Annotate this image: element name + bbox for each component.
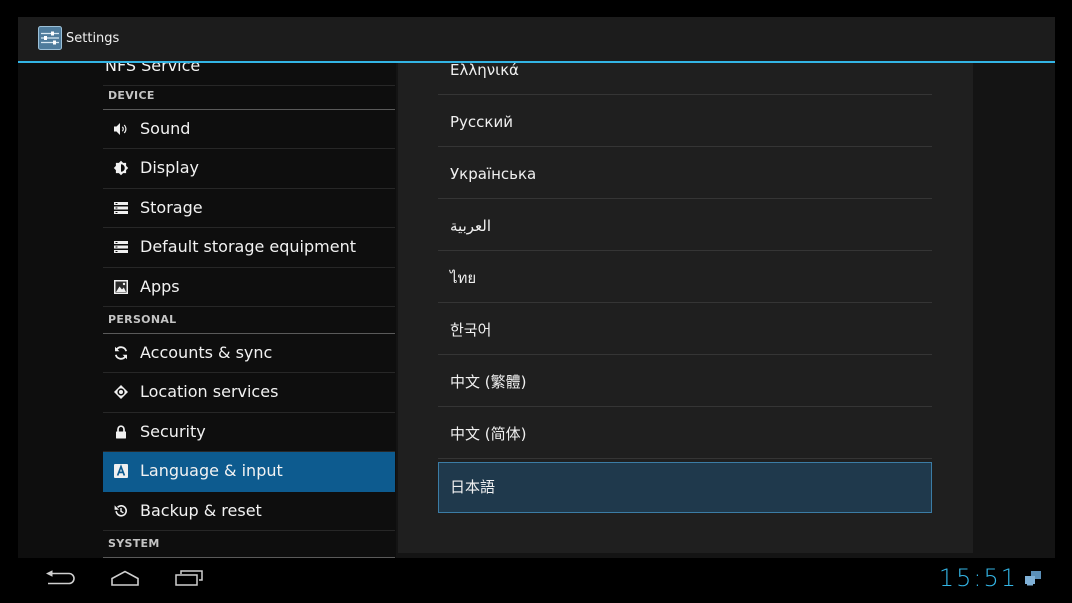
detail-pane: Ελληνικά Русский Українська العربية ไทย …: [396, 63, 1055, 558]
settings-item-label: Backup & reset: [140, 500, 262, 520]
language-option-korean[interactable]: 한국어: [438, 303, 932, 355]
language-option-label: 日本語: [450, 478, 496, 496]
language-option-chinese-simplified[interactable]: 中文 (简体): [438, 407, 932, 459]
backup-restore-icon: [113, 503, 129, 519]
section-header-label: SYSTEM: [108, 537, 160, 550]
settings-pane[interactable]: NFS Service DEVICE Sound Display Storage: [18, 63, 396, 558]
recent-apps-icon[interactable]: [174, 570, 204, 586]
language-option-label: 한국어: [450, 321, 492, 339]
language-option-label: Українська: [450, 165, 537, 183]
settings-item-label: Accounts & sync: [140, 343, 273, 362]
language-option-japanese[interactable]: 日本語: [438, 462, 932, 513]
settings-item-label: NFS Service: [105, 63, 201, 75]
settings-item-backup-reset[interactable]: Backup & reset: [103, 492, 395, 531]
section-header-system: SYSTEM: [103, 531, 395, 558]
home-icon[interactable]: [109, 570, 141, 586]
language-option-russian[interactable]: Русский: [438, 95, 932, 147]
section-header-personal: PERSONAL: [103, 307, 395, 334]
language-option-label: 中文 (繁體): [450, 373, 527, 391]
language-option-label: Ελληνικά: [450, 63, 519, 79]
location-icon: [113, 384, 129, 400]
settings-item-language-input[interactable]: Language & input: [103, 452, 395, 492]
settings-item-storage[interactable]: Storage: [103, 189, 395, 229]
sync-icon: [113, 345, 129, 361]
settings-item-nfs-service[interactable]: NFS Service: [103, 63, 395, 87]
settings-sliders-icon[interactable]: [38, 26, 62, 50]
settings-item-security[interactable]: Security: [103, 413, 395, 453]
settings-item-label: Language & input: [140, 461, 283, 481]
sound-icon: [113, 121, 129, 137]
settings-item-default-storage[interactable]: Default storage equipment: [103, 228, 395, 268]
language-option-greek[interactable]: Ελληνικά: [438, 63, 932, 95]
page-title: Settings: [66, 31, 120, 46]
language-option-label: 中文 (简体): [450, 425, 527, 443]
settings-item-label: Default storage equipment: [140, 237, 356, 257]
language-icon: [113, 463, 129, 479]
status-clock[interactable]: 15:51: [900, 563, 1018, 593]
storage-icon: [113, 239, 129, 255]
section-header-device: DEVICE: [103, 86, 395, 110]
settings-item-display[interactable]: Display: [103, 149, 395, 189]
storage-icon: [113, 200, 129, 216]
back-icon[interactable]: [45, 570, 77, 586]
settings-list: NFS Service DEVICE Sound Display Storage: [103, 63, 395, 558]
navigation-bar: 15:51: [0, 558, 1072, 603]
language-option-chinese-traditional[interactable]: 中文 (繁體): [438, 355, 932, 407]
lock-icon: [113, 424, 129, 440]
language-option-label: ไทย: [450, 269, 477, 287]
settings-item-label: Display: [140, 158, 199, 178]
language-option-label: العربية: [450, 217, 491, 235]
settings-item-label: Security: [140, 421, 206, 441]
settings-item-label: Sound: [140, 119, 191, 138]
language-option-thai[interactable]: ไทย: [438, 251, 932, 303]
language-option-label: Русский: [450, 113, 513, 131]
settings-item-sound[interactable]: Sound: [103, 110, 395, 150]
apps-icon: [113, 279, 129, 295]
action-bar: Settings: [18, 17, 1055, 61]
settings-item-apps[interactable]: Apps: [103, 268, 395, 307]
usb-debugging-icon[interactable]: [1024, 570, 1042, 586]
language-list: Ελληνικά Русский Українська العربية ไทย …: [438, 63, 932, 553]
language-panel[interactable]: Ελληνικά Русский Українська العربية ไทย …: [398, 63, 973, 553]
settings-item-label: Storage: [140, 197, 203, 217]
settings-item-accounts-sync[interactable]: Accounts & sync: [103, 334, 395, 374]
language-option-arabic[interactable]: العربية: [438, 199, 932, 251]
settings-item-label: Apps: [140, 276, 180, 296]
section-header-label: PERSONAL: [108, 313, 177, 326]
display-brightness-icon: [113, 160, 129, 176]
settings-item-location-services[interactable]: Location services: [103, 373, 395, 413]
settings-item-label: Location services: [140, 382, 279, 402]
language-option-ukrainian[interactable]: Українська: [438, 147, 932, 199]
section-header-label: DEVICE: [108, 88, 155, 102]
